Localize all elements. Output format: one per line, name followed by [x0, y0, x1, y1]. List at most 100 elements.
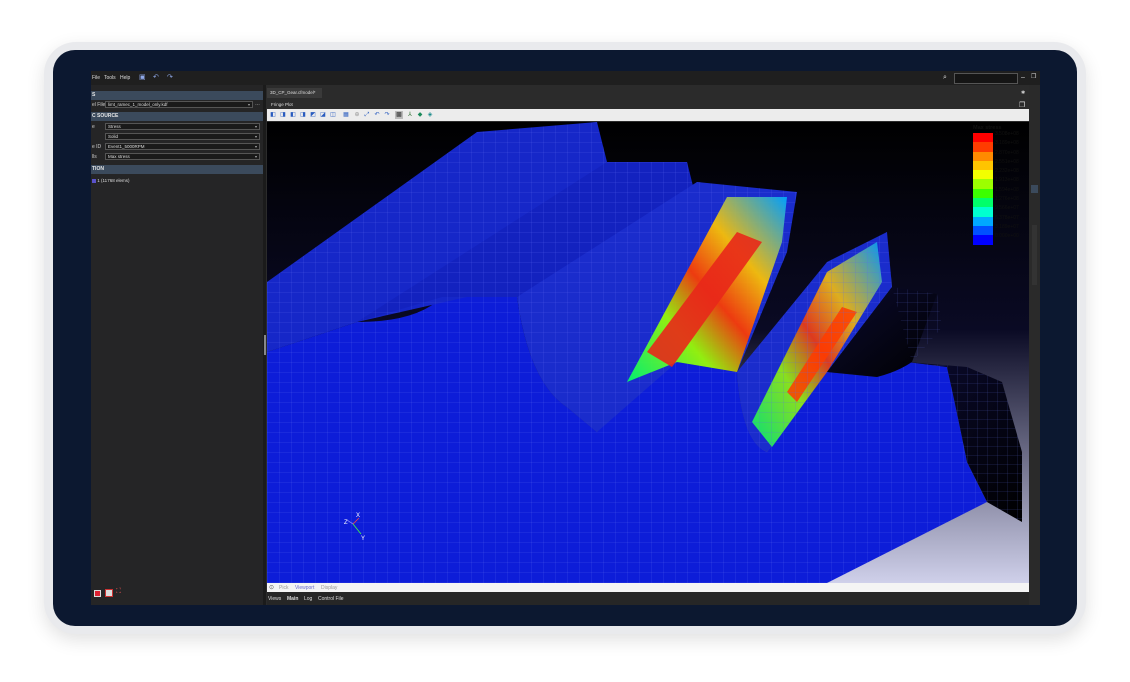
legend-value: 6.378e+07: [995, 214, 1019, 221]
legend-value: 1.594e+08: [995, 186, 1019, 193]
tab-views[interactable]: Views: [268, 596, 281, 602]
search-input[interactable]: [954, 73, 1018, 84]
status-viewport[interactable]: Viewport: [295, 585, 314, 591]
case-id-select[interactable]: Event1_5000RPM ▾: [105, 143, 260, 150]
tab-control-file[interactable]: Control File: [318, 596, 344, 602]
legend-value: 2.870e+08: [995, 149, 1019, 156]
status-display[interactable]: Display: [321, 585, 337, 591]
axis-y-label: Y: [361, 536, 365, 542]
axes-icon[interactable]: ⅄: [406, 111, 414, 119]
undo-icon[interactable]: ↶: [153, 74, 160, 81]
browse-button[interactable]: …: [255, 101, 260, 107]
part-color-icon: [92, 178, 96, 183]
pin-icon[interactable]: ✱: [1021, 90, 1025, 96]
save-icon[interactable]: ▣: [139, 74, 146, 81]
view-bottom-icon[interactable]: ◪: [319, 111, 327, 119]
status-pick[interactable]: Pick: [279, 585, 288, 591]
bottom-tab-bar: Views Main Log Control File: [267, 592, 1040, 605]
color-map-icon[interactable]: ◈: [426, 111, 434, 119]
case-id-value: Event1_5000RPM: [108, 144, 145, 149]
play-icon[interactable]: ⊙: [269, 584, 274, 591]
title-bar: File Tools Help ▣ ↶ ↷ ⌕ – ❐: [91, 71, 1040, 85]
splitter-grip-icon[interactable]: [264, 335, 266, 355]
model-file-value: limt_ramec_1_model_only.kdf: [108, 102, 168, 107]
selection-item-label: 1 (11768 elems): [97, 178, 130, 183]
chevron-down-icon: ▾: [254, 134, 257, 139]
legend-value: 3.508e+08: [995, 131, 1019, 137]
minimize-icon[interactable]: –: [1021, 74, 1028, 81]
legend-swatch: [973, 160, 993, 171]
side-panel-scroll[interactable]: [1032, 225, 1037, 285]
result-type-select[interactable]: Stress ▾: [105, 123, 260, 130]
side-panel-tab[interactable]: [1031, 185, 1038, 193]
grid-view-icon[interactable]: ▦: [342, 111, 350, 119]
left-panel: S el File limt_ramec_1_model_only.kdf ▾ …: [91, 85, 263, 605]
view-left-icon[interactable]: ◧: [289, 111, 297, 119]
snapshot-icon[interactable]: [105, 589, 113, 597]
legend-swatch: [973, 188, 993, 199]
3d-viewport[interactable]: X Y Z Max stress 3.508e+08 3.189e+08 2.870…: [267, 122, 1029, 583]
legend-swatch: [973, 207, 993, 217]
row-label-result: e: [92, 124, 95, 130]
cells-select[interactable]: Max stress ▾: [105, 153, 260, 160]
stress-legend: Max stress 3.508e+08 3.189e+08 2.870e+08 2.…: [973, 125, 1027, 245]
legend-swatch: [973, 216, 993, 226]
right-side-panel: [1029, 85, 1040, 605]
tab-document[interactable]: 3D_CP_Gear.cfmodel*: [267, 88, 322, 98]
tab-log[interactable]: Log: [304, 596, 312, 602]
legend-value: 9.566e+07: [995, 205, 1019, 212]
view-back-icon[interactable]: ◨: [279, 111, 287, 119]
zoom-fit-icon[interactable]: ⤢: [363, 111, 371, 119]
model-file-field[interactable]: limt_ramec_1_model_only.kdf ▾: [105, 101, 253, 108]
legend-value: 1.276e+08: [995, 196, 1019, 203]
menu-tools[interactable]: Tools: [104, 75, 116, 81]
maximize-icon[interactable]: ❐: [1019, 101, 1025, 109]
chevron-down-icon: ▾: [254, 144, 257, 149]
viewer-toolbar: ◧ ◨ ◧ ◨ ◩ ◪ ◫ ▦ ⊕ ⤢ ↶ ↷ ▩ ⅄ ◆ ◈: [267, 109, 1029, 121]
legend-swatch: [973, 235, 993, 245]
app-window: File Tools Help ▣ ↶ ↷ ⌕ – ❐ S el File li…: [91, 71, 1040, 605]
row-label-cells: lls: [92, 154, 97, 160]
record-icon[interactable]: [94, 590, 101, 597]
gear-fringe-plot[interactable]: X Y Z: [267, 122, 1029, 583]
view-right-icon[interactable]: ◨: [299, 111, 307, 119]
axis-x-label: X: [356, 513, 360, 519]
element-type-value: Solid: [108, 134, 119, 139]
view-front-icon[interactable]: ◧: [269, 111, 277, 119]
menu-help[interactable]: Help: [120, 75, 130, 81]
legend-value: 0.000e+00: [995, 233, 1019, 240]
section-selection: TION: [91, 165, 263, 174]
mesh-toggle-icon[interactable]: ▩: [395, 111, 403, 119]
element-type-select[interactable]: Solid ▾: [105, 133, 260, 140]
chevron-down-icon: ▾: [247, 102, 250, 107]
target-icon[interactable]: ⊕: [353, 111, 361, 119]
legend-row: 0.000e+00: [973, 233, 1027, 245]
legend-swatch: [973, 225, 993, 236]
fit-view-icon[interactable]: ⛶: [116, 588, 121, 596]
model-file-label: el File: [92, 102, 106, 108]
chevron-down-icon: ▾: [254, 124, 257, 129]
tab-main[interactable]: Main: [287, 596, 298, 602]
row-label-case: e ID: [92, 144, 102, 150]
paint-icon[interactable]: ◆: [416, 111, 424, 119]
redo-icon[interactable]: ↷: [167, 74, 174, 81]
rotate-right-icon[interactable]: ↷: [383, 111, 391, 119]
legend-swatch: [973, 179, 993, 189]
view-iso-icon[interactable]: ◫: [329, 111, 337, 119]
rotate-left-icon[interactable]: ↶: [373, 111, 381, 119]
search-icon: ⌕: [943, 74, 947, 81]
legend-value: 3.189e+08: [995, 140, 1019, 147]
legend-value: 2.551e+08: [995, 158, 1019, 165]
legend-value: 3.189e+07: [995, 223, 1019, 230]
legend-scale: 3.508e+08 3.189e+08 2.870e+08 2.551e+08 2.23…: [973, 131, 1027, 245]
legend-swatch: [973, 142, 993, 152]
menu-file[interactable]: File: [92, 75, 100, 81]
plot-title: Fringe Plot: [271, 102, 293, 107]
selection-list-item[interactable]: 1 (11768 elems): [92, 178, 129, 183]
legend-swatch: [973, 151, 993, 161]
view-top-icon[interactable]: ◩: [309, 111, 317, 119]
restore-icon[interactable]: ❐: [1031, 74, 1038, 81]
axis-z-label: Z: [344, 520, 348, 526]
legend-value: 1.913e+08: [995, 177, 1019, 184]
section-source: C SOURCE: [91, 112, 263, 121]
